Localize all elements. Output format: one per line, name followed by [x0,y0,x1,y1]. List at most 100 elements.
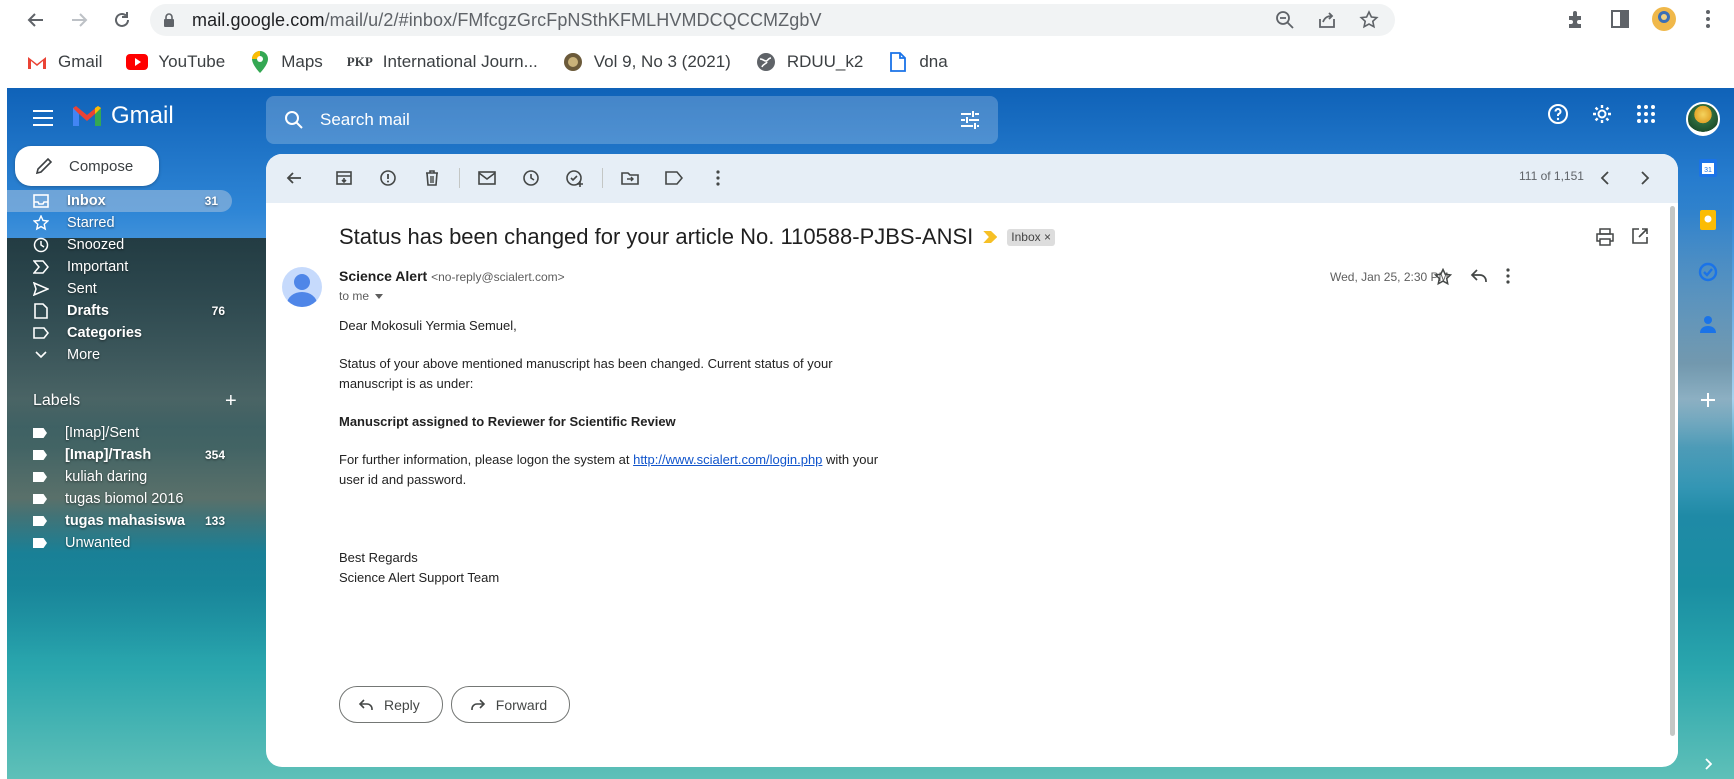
move-to-icon[interactable] [619,167,641,189]
remove-label-icon[interactable]: × [1044,230,1051,244]
sidepanel-icon[interactable] [1607,6,1633,32]
sidebar-item-starred[interactable]: Starred [7,212,239,234]
lock-icon[interactable] [162,13,176,27]
bookmark-gmail[interactable]: Gmail [26,52,102,72]
settings-gear-icon[interactable] [1590,102,1614,126]
email-subject: Status has been changed for your article… [339,224,1056,250]
bookmark-rduu[interactable]: RDUU_k2 [755,52,863,72]
sidebar-item-snoozed[interactable]: Snoozed [7,234,239,256]
forward-button[interactable]: Forward [450,686,571,723]
toolbar-divider [459,168,460,188]
reload-button[interactable] [104,2,140,38]
apps-grid-icon[interactable] [1634,102,1658,126]
help-icon[interactable] [1546,102,1570,126]
bookmark-international-journal[interactable]: PKP International Journ... [347,52,538,72]
older-chevron-icon[interactable] [1634,167,1656,189]
forward-button[interactable] [61,2,97,38]
gmail-logo[interactable]: Gmail [71,102,174,130]
side-apps-panel: 31 [1682,152,1734,779]
label-tag-icon [33,516,47,526]
greeting-text: Dear Mokosuli Yermia Semuel, [339,318,517,333]
contacts-icon[interactable] [1696,312,1720,336]
snooze-icon[interactable] [520,167,542,189]
add-label-icon[interactable]: + [225,390,237,413]
label-item[interactable]: Unwanted [7,532,239,554]
sender-info: Science Alert <no-reply@scialert.com> [339,268,565,284]
back-button[interactable] [18,2,54,38]
profile-avatar-icon[interactable] [1651,6,1677,32]
chevron-down-icon [33,347,49,363]
sidebar-item-more[interactable]: More [7,344,239,366]
bookmark-vol9[interactable]: Vol 9, No 3 (2021) [562,52,731,72]
arrow-left-icon [27,13,43,27]
label-item[interactable]: [Imap]/Sent [7,422,239,444]
label-item[interactable]: tugas biomol 2016 [7,488,239,510]
label-tag-icon [33,538,47,548]
account-avatar[interactable] [1686,102,1720,136]
message-more-icon[interactable] [1506,268,1510,291]
labels-icon[interactable] [663,167,685,189]
label-item[interactable]: [Imap]/Trash 354 [7,444,239,466]
label-tag-icon [33,428,47,438]
bookmarks-bar: Gmail YouTube Maps PKP International Jou… [0,40,1734,84]
info-paragraph: For further information, please logon th… [339,452,879,487]
reply-icon[interactable] [1470,268,1488,291]
maps-icon [249,51,271,73]
address-bar[interactable]: mail.google.com/mail/u/2/#inbox/FMfcgzGr… [150,4,1395,36]
label-icon [33,325,49,341]
scrollbar-thumb[interactable] [1670,206,1675,736]
sender-name[interactable]: Science Alert [339,268,427,284]
open-new-window-icon[interactable] [1632,228,1648,251]
print-icon[interactable] [1596,228,1614,251]
sidebar-item-inbox[interactable]: Inbox 31 [7,190,232,212]
add-to-tasks-icon[interactable] [564,167,586,189]
login-link[interactable]: http://www.scialert.com/login.php [633,452,822,467]
bookmark-maps[interactable]: Maps [249,51,323,73]
recipient-toggle[interactable]: to me [339,289,384,303]
main-menu-icon[interactable] [31,106,55,130]
more-options-icon[interactable] [707,167,729,189]
mark-unread-icon[interactable] [476,167,498,189]
inbox-label-chip[interactable]: Inbox × [1007,228,1056,246]
extensions-icon[interactable] [1563,6,1589,32]
add-addon-icon[interactable] [1696,388,1720,412]
archive-icon[interactable] [333,167,355,189]
sidebar-item-categories[interactable]: Categories [7,322,239,344]
bookmark-star-icon[interactable] [1357,8,1381,32]
bookmark-youtube[interactable]: YouTube [126,52,225,72]
star-message-icon[interactable] [1433,267,1453,291]
compose-button[interactable]: Compose [15,146,159,186]
search-icon[interactable] [284,110,304,130]
sidebar-item-important[interactable]: Important [7,256,239,278]
svg-text:31: 31 [1704,167,1712,174]
delete-icon[interactable] [421,167,443,189]
back-to-inbox-icon[interactable] [283,167,305,189]
sender-address: <no-reply@scialert.com> [431,270,565,284]
gmail-header: Gmail Search mail [7,88,1734,152]
share-icon[interactable] [1315,8,1339,32]
menu-dots-icon[interactable] [1695,6,1721,32]
status-paragraph: Status of your above mentioned manuscrip… [339,356,833,391]
newer-chevron-icon[interactable] [1594,167,1616,189]
important-marker-icon[interactable] [983,231,998,243]
search-input[interactable]: Search mail [320,110,410,130]
search-options-icon[interactable] [958,108,982,132]
search-bar[interactable]: Search mail [266,96,998,144]
zoom-icon[interactable] [1273,8,1297,32]
bookmark-dna[interactable]: dna [887,52,948,72]
reply-button[interactable]: Reply [339,686,443,723]
keep-icon[interactable] [1696,208,1720,232]
calendar-icon[interactable]: 31 [1696,156,1720,180]
sidebar-item-sent[interactable]: Sent [7,278,239,300]
message-panel: 111 of 1,151 Status has been changed for… [266,154,1678,767]
url-text[interactable]: mail.google.com/mail/u/2/#inbox/FMfcgzGr… [192,10,822,31]
label-item[interactable]: tugas mahasiswa 133 [7,510,239,532]
tasks-icon[interactable] [1696,260,1720,284]
signature-text: Science Alert Support Team [339,570,500,585]
report-spam-icon[interactable] [377,167,399,189]
expand-panel-icon[interactable] [1696,752,1720,776]
caret-down-icon[interactable] [375,293,384,299]
label-item[interactable]: kuliah daring [7,466,239,488]
sidebar-item-drafts[interactable]: Drafts 76 [7,300,239,322]
sender-avatar[interactable] [282,267,322,307]
